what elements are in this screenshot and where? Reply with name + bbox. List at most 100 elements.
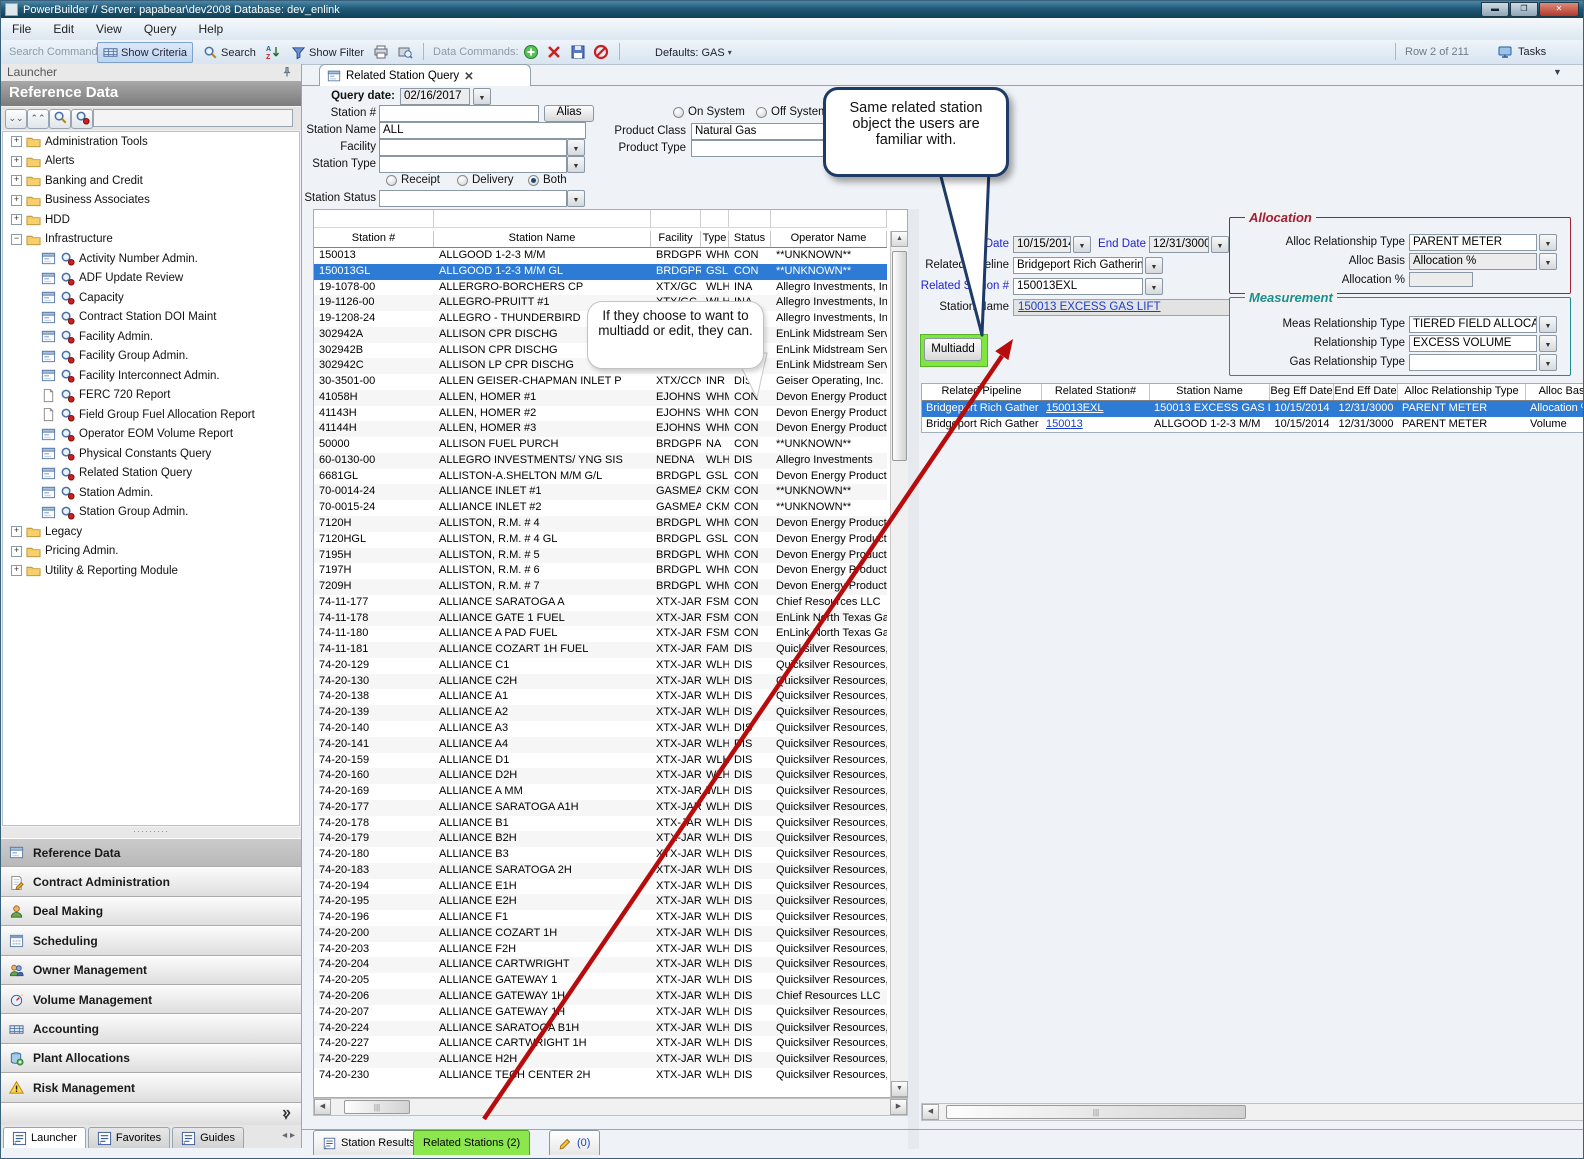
delivery-radio[interactable] — [457, 175, 468, 186]
table-row[interactable]: 70-0014-24ALLIANCE INLET #1GASMEACKMCON*… — [314, 484, 887, 500]
vertical-splitter[interactable] — [908, 209, 919, 1149]
tab-scroll-arrows[interactable]: ◂ ▸ — [282, 1130, 295, 1141]
panel-tab-launcher[interactable]: 1Launcher — [3, 1127, 86, 1148]
table-row[interactable]: 74-20-196ALLIANCE F1XTX-JARWLHDISQuicksi… — [314, 910, 887, 926]
table-row[interactable]: 74-20-179ALLIANCE B2HXTX-JARWLHDISQuicks… — [314, 831, 887, 847]
section-volume-management[interactable]: Volume Management — [1, 985, 301, 1014]
station-number-input[interactable] — [379, 105, 539, 122]
meas-relationship-type-field[interactable]: TIERED FIELD ALLOCATION — [1409, 316, 1537, 333]
table-row[interactable]: 74-11-181ALLIANCE COZART 1H FUELXTX-JARF… — [314, 642, 887, 658]
table-row[interactable]: 74-20-141ALLIANCE A4XTX-JARWLHDISQuicksi… — [314, 737, 887, 753]
filter-cell[interactable] — [701, 210, 729, 227]
table-row[interactable]: 74-20-138ALLIANCE A1XTX-JARWLHDISQuicksi… — [314, 689, 887, 705]
tree-folder-banking-and-credit[interactable]: +Banking and Credit — [3, 171, 299, 191]
column-header-end-eff-date[interactable]: End Eff Date — [1334, 384, 1398, 400]
table-row[interactable]: 74-20-230ALLIANCE TECH CENTER 2HXTX-JARW… — [314, 1068, 887, 1084]
expand-icon[interactable]: + — [11, 195, 22, 206]
expand-icon[interactable]: + — [11, 175, 22, 186]
relationship-type-field[interactable]: EXCESS VOLUME — [1409, 335, 1537, 352]
table-row[interactable]: 7120HGLALLISTON, R.M. # 4 GLBRDGPLIGSLCO… — [314, 532, 887, 548]
table-row[interactable]: 74-20-224ALLIANCE SARATOGA B1HXTX-JARWLH… — [314, 1021, 887, 1037]
tree-folder-infrastructure[interactable]: −Infrastructure — [3, 230, 299, 250]
column-header-alloc-basis[interactable]: Alloc Basis — [1526, 384, 1584, 400]
tab-station-results[interactable]: 1 Station Results — [313, 1130, 425, 1155]
section-scheduling[interactable]: Scheduling — [1, 926, 301, 955]
related-pipeline-dropdown[interactable] — [1145, 257, 1163, 274]
column-header-station[interactable]: Station # — [314, 231, 434, 247]
gas-relationship-type-field[interactable] — [1409, 354, 1537, 371]
receipt-radio[interactable] — [386, 175, 397, 186]
collapse-icon[interactable]: − — [11, 234, 22, 245]
table-row[interactable]: 74-20-206ALLIANCE GATEWAY 1HXTX-JARWLHDI… — [314, 989, 887, 1005]
column-header-type[interactable]: Type — [701, 231, 729, 247]
scroll-left-icon[interactable]: ◀ — [314, 1099, 331, 1115]
print-preview-icon[interactable] — [397, 44, 413, 60]
table-row[interactable]: 74-20-180ALLIANCE B3XTX-JARWLHDISQuicksi… — [314, 847, 887, 863]
table-row[interactable]: 74-20-227ALLIANCE CARTWRIGHT 1HXTX-JARWL… — [314, 1036, 887, 1052]
column-header-station-name[interactable]: Station Name — [434, 231, 651, 247]
alias-button[interactable]: Alias — [544, 105, 594, 122]
save-icon[interactable] — [570, 44, 586, 60]
tab-related-station-query[interactable]: Related Station Query ✕ — [319, 64, 531, 86]
related-station-link[interactable]: 150013 — [1042, 417, 1150, 433]
expand-icon[interactable]: + — [11, 546, 22, 557]
menu-query[interactable]: Query — [133, 19, 188, 39]
print-icon[interactable] — [373, 44, 389, 60]
query-date-dropdown[interactable] — [473, 88, 491, 105]
table-row[interactable]: 74-20-203ALLIANCE F2HXTX-JARWLHDISQuicks… — [314, 942, 887, 958]
close-tab-icon[interactable]: ✕ — [464, 69, 474, 83]
search-button[interactable]: Search — [197, 42, 262, 63]
both-radio[interactable] — [528, 175, 539, 186]
collapse-all-button[interactable]: ⌃⌃ — [27, 109, 49, 129]
table-row[interactable]: 74-20-177ALLIANCE SARATOGA A1HXTX-JARWLH… — [314, 800, 887, 816]
alloc-relationship-type-dropdown[interactable] — [1539, 234, 1557, 251]
beg-date-dropdown[interactable] — [1073, 236, 1091, 253]
menu-view[interactable]: View — [85, 19, 133, 39]
table-row[interactable]: 74-11-180ALLIANCE A PAD FUELXTX-JARFSMCO… — [314, 626, 887, 642]
facility-input[interactable] — [379, 139, 567, 156]
expand-all-button[interactable]: ⌄⌄ — [5, 109, 27, 129]
column-header-status[interactable]: Status — [729, 231, 771, 247]
filter-cell[interactable] — [651, 210, 701, 227]
alloc-basis-dropdown[interactable] — [1539, 253, 1557, 270]
pin-icon[interactable] — [281, 66, 293, 78]
section-plant-allocations[interactable]: Plant Allocations — [1, 1044, 301, 1073]
column-header-beg-eff-date[interactable]: Beg Eff Date — [1270, 384, 1334, 400]
off-system-radio[interactable] — [756, 107, 767, 118]
tree-item-station-admin[interactable]: Station Admin. — [3, 483, 299, 503]
tree-item-field-group-fuel-allocation-report[interactable]: Field Group Fuel Allocation Report — [3, 405, 299, 425]
station-name-link[interactable]: 150013 EXCESS GAS LIFT — [1018, 301, 1161, 313]
menu-help[interactable]: Help — [188, 19, 235, 39]
related-pipeline-field[interactable]: Bridgeport Rich Gathering — [1013, 257, 1143, 274]
panel-tab-guides[interactable]: 1Guides — [172, 1127, 244, 1148]
tasks-icon[interactable] — [1497, 44, 1513, 60]
scroll-right-icon[interactable]: ▶ — [890, 1099, 907, 1115]
chevron-down-icon[interactable]: ▾ — [284, 1113, 288, 1122]
meas-relationship-type-dropdown[interactable] — [1539, 316, 1557, 333]
tab-edits[interactable]: (0) — [549, 1130, 600, 1155]
search-tree-button[interactable] — [49, 109, 71, 129]
table-row[interactable]: 74-20-229ALLIANCE H2HXTX-JARWLHDISQuicks… — [314, 1052, 887, 1068]
delete-row-icon[interactable] — [546, 44, 562, 60]
table-row[interactable]: 74-20-194ALLIANCE E1HXTX-JARWLHDISQuicks… — [314, 879, 887, 895]
table-row[interactable]: 74-20-139ALLIANCE A2XTX-JARWLHDISQuicksi… — [314, 705, 887, 721]
tree-item-capacity[interactable]: Capacity — [3, 288, 299, 308]
horizontal-scrollbar[interactable]: ◀ ||| ▶ — [313, 1098, 908, 1116]
station-status-input[interactable] — [379, 190, 567, 207]
table-row[interactable]: 7195HALLISTON, R.M. # 5BRDGPLIWHMCONDevo… — [314, 548, 887, 564]
table-row[interactable]: 7197HALLISTON, R.M. # 6BRDGPLIWHMCONDevo… — [314, 563, 887, 579]
table-row[interactable]: Bridgeport Rich Gather150013ALLGOOD 1-2-… — [922, 417, 1584, 433]
column-header-station-name[interactable]: Station Name — [1150, 384, 1270, 400]
relationship-type-dropdown[interactable] — [1539, 335, 1557, 352]
facility-dropdown[interactable] — [567, 139, 585, 156]
table-row[interactable]: 74-20-140ALLIANCE A3XTX-JARWLHDISQuicksi… — [314, 721, 887, 737]
scroll-up-icon[interactable]: ▲ — [891, 231, 908, 247]
section-contract-administration[interactable]: Contract Administration — [1, 867, 301, 896]
alloc-basis-field[interactable]: Allocation % — [1409, 253, 1537, 270]
table-row[interactable]: 74-20-195ALLIANCE E2HXTX-JARWLHDISQuicks… — [314, 894, 887, 910]
scroll-left-icon[interactable]: ◀ — [922, 1104, 939, 1120]
related-station-field[interactable]: 150013EXL — [1013, 278, 1143, 295]
table-row[interactable]: 41058HALLEN, HOMER #1EJOHNSCWHMCONDevon … — [314, 390, 887, 406]
scrollbar-thumb[interactable] — [892, 251, 907, 461]
tree-folder-business-associates[interactable]: +Business Associates — [3, 191, 299, 211]
